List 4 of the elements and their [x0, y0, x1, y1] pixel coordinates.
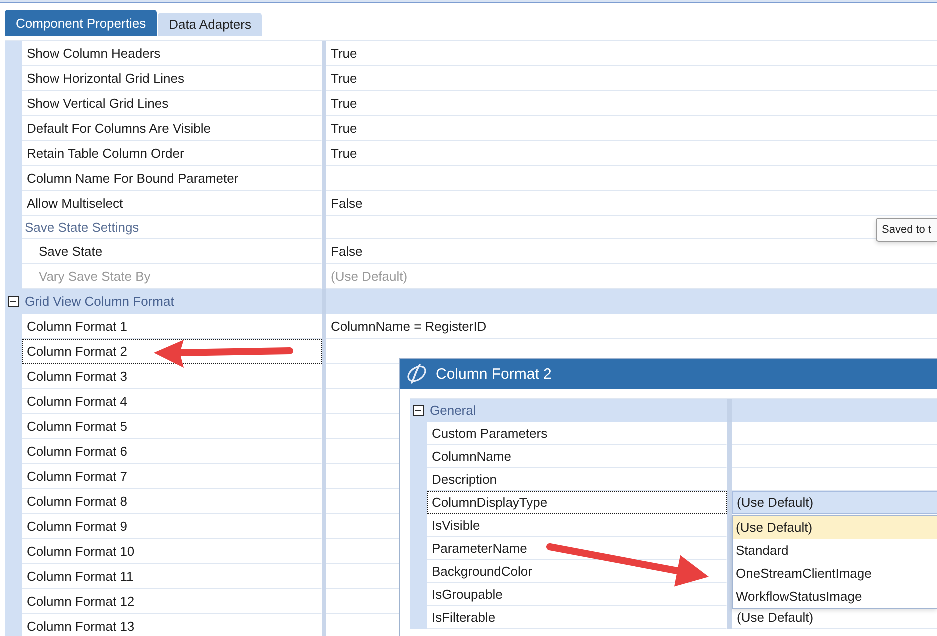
dialog-title: Column Format 2 — [436, 366, 552, 382]
category-title: Grid View Column Format — [25, 294, 174, 309]
tooltip: Saved to t — [876, 218, 937, 242]
category-title: General — [430, 403, 476, 418]
